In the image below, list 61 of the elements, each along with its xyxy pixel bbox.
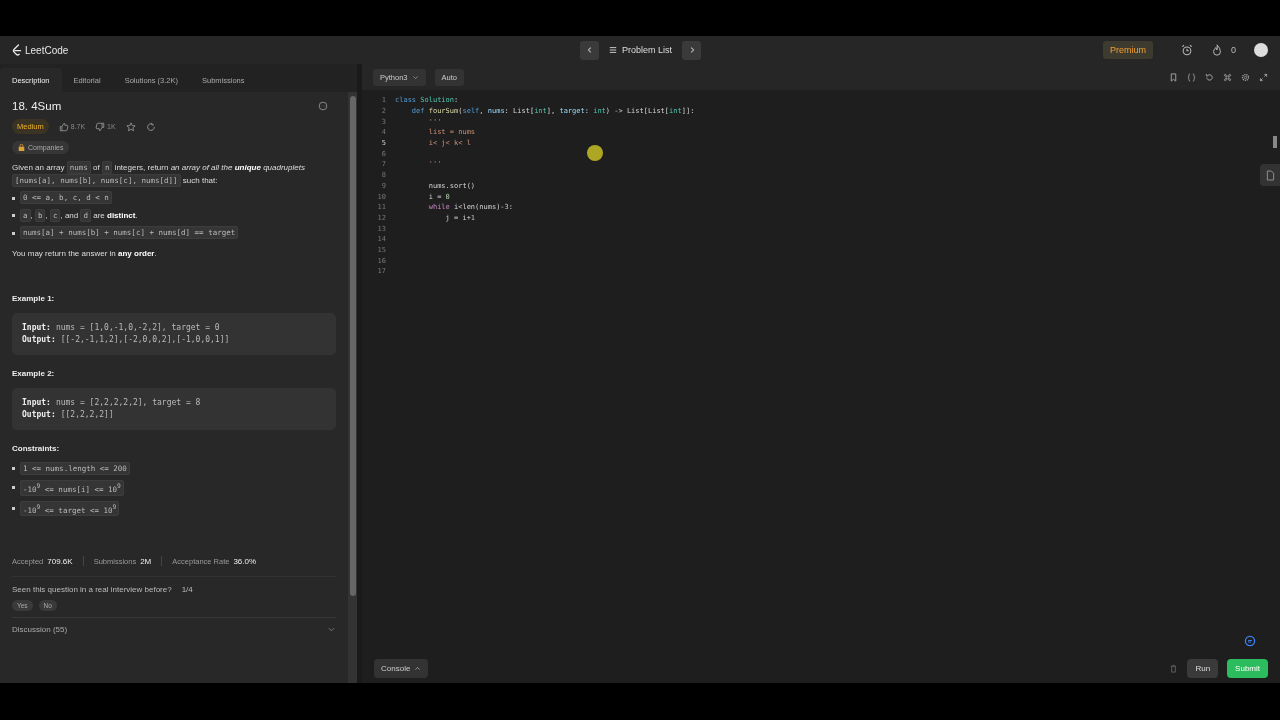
stat-value: 709.6K [47,556,73,566]
bullet-icon [12,506,15,510]
bullet-icon [12,196,15,200]
discussion-toggle[interactable]: Discussion (55) [12,625,68,634]
next-button[interactable] [682,40,702,60]
bullet-icon [12,486,15,490]
output-value: [[-2,-1,1,2],[-2,0,0,2],[-1,0,0,1]] [60,335,230,344]
stat-value: 36.0% [233,556,257,566]
scrollbar[interactable] [348,92,357,683]
streak-count: 0 [1231,45,1236,55]
input-label: Input: [22,398,51,407]
star-icon[interactable] [125,121,136,132]
chevron-left-icon [585,46,594,54]
logo-text[interactable]: LeetCode [25,44,69,56]
command-icon[interactable] [1223,72,1232,82]
chat-icon[interactable] [1244,635,1256,647]
output-label: Output: [22,335,56,344]
premium-button[interactable]: Premium [1102,41,1153,59]
previous-button[interactable] [580,40,599,60]
bullet-icon [12,214,15,218]
thumbs-down-icon [95,121,106,132]
share-icon[interactable] [145,121,156,132]
description-text: You may return the answer in any order. [12,247,158,260]
caret-icon [411,73,419,81]
avatar-icon[interactable] [1254,43,1268,57]
output-value: [[2,2,2,2]] [60,410,114,419]
lock-icon [18,144,25,151]
example-heading: Example 1: [12,294,56,303]
problem-title: 18. 4Sum [12,100,62,112]
expand-icon[interactable] [1259,72,1268,82]
minimap-marker [1273,136,1277,148]
logo-icon[interactable] [12,44,22,56]
interview-count: 1/4 [181,585,193,594]
run-button[interactable]: Run [1187,658,1219,678]
chevron-icon[interactable] [327,625,336,634]
console-button[interactable]: Console [374,658,429,678]
bullet-icon [12,467,15,470]
more-icon[interactable] [318,101,328,111]
alarm-clock-icon[interactable] [1181,44,1193,56]
bookmark-icon[interactable] [1169,72,1178,82]
caret-icon [414,664,422,672]
flame-icon[interactable] [1211,44,1223,56]
cursor-highlight [587,145,603,161]
example-heading: Example 2: [12,369,56,378]
stat-value: 2M [140,556,152,566]
input-value: nums = [2,2,2,2,2], target = 8 [55,398,201,407]
input-label: Input: [22,323,51,332]
bullet-icon [12,231,15,235]
interview-question: Seen this question in a real interview before? [12,585,172,594]
notes-button[interactable] [1260,164,1280,186]
braces-icon[interactable] [1187,72,1196,82]
thumbs-up-icon [58,121,69,132]
document-icon [1265,169,1275,181]
trash-icon[interactable] [1169,663,1179,673]
list-icon [609,46,617,54]
settings-icon[interactable] [1241,72,1250,82]
input-value: nums = [1,0,-1,0,-2,2], target = 0 [55,323,220,332]
problem-list-button[interactable]: Problem List [603,45,679,55]
reset-icon[interactable] [1205,72,1214,82]
constraints-heading: Constraints: [12,444,61,453]
output-label: Output: [22,410,56,419]
